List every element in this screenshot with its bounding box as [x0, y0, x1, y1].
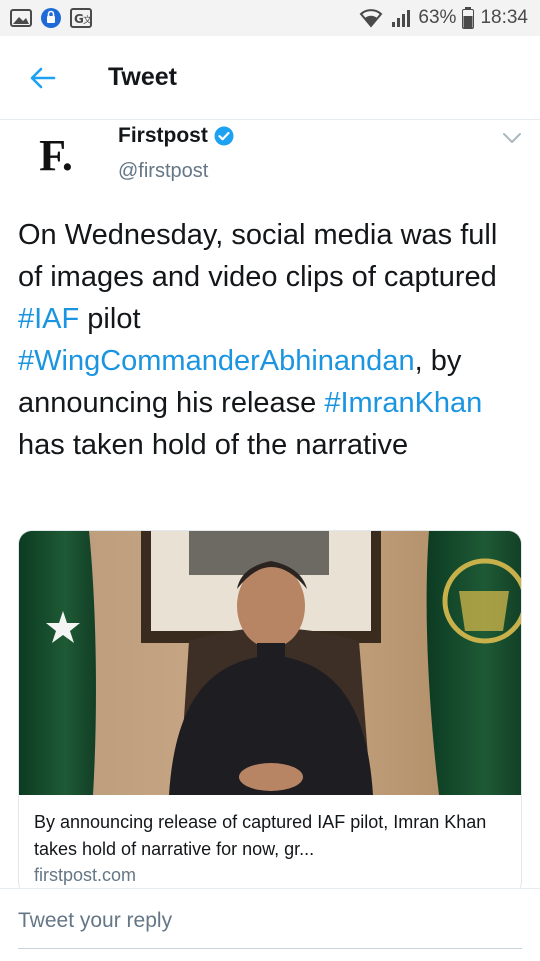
hashtag-link[interactable]: #IAF: [18, 303, 79, 335]
tweet-text-part: pilot: [79, 303, 141, 335]
card-domain: firstpost.com: [34, 865, 137, 885]
tweet-menu-button[interactable]: [500, 126, 524, 150]
wifi-icon: [358, 8, 384, 28]
vpn-shield-icon: [40, 7, 62, 29]
status-bar: G文 63% 18:34: [0, 0, 540, 36]
page-title: Tweet: [108, 63, 177, 91]
author-name-row[interactable]: Firstpost: [118, 124, 234, 148]
card-title: By announcing release of captured IAF pi…: [34, 812, 487, 859]
chevron-down-icon: [503, 133, 521, 143]
translate-icon: G文: [70, 8, 92, 28]
tweet-text: On Wednesday, social media was full of i…: [18, 214, 528, 466]
status-bar-system: 63% 18:34: [358, 7, 528, 29]
svg-text:文: 文: [83, 14, 92, 26]
back-arrow-icon: [30, 67, 56, 88]
author-handle[interactable]: @firstpost: [118, 160, 208, 183]
tweet-text-part: has taken hold of the narrative: [18, 429, 409, 461]
hashtag-link[interactable]: #ImranKhan: [324, 387, 482, 419]
status-bar-notifications: G文: [10, 7, 92, 29]
tweet-author-row: F. Firstpost @firstpost: [0, 120, 540, 200]
image-icon: [10, 8, 32, 28]
tweet-text-part: On Wednesday, social media was full of i…: [18, 219, 498, 293]
link-card[interactable]: By announcing release of captured IAF pi…: [18, 530, 522, 896]
reply-input[interactable]: Tweet your reply: [18, 909, 522, 949]
card-image: [19, 531, 521, 795]
app-bar: Tweet: [0, 36, 540, 120]
verified-badge-icon: [214, 126, 234, 146]
clock: 18:34: [480, 7, 528, 28]
signal-icon: [390, 8, 412, 28]
author-name: Firstpost: [118, 124, 208, 147]
back-button[interactable]: [12, 48, 72, 108]
battery-percent: 63%: [418, 7, 457, 28]
avatar[interactable]: F.: [24, 128, 88, 192]
avatar-letter: F.: [39, 131, 73, 180]
card-text: By announcing release of captured IAF pi…: [34, 809, 512, 886]
battery-icon: [462, 7, 475, 29]
reply-bar: Tweet your reply: [0, 888, 540, 961]
hashtag-link[interactable]: #WingCommanderAbhinandan: [18, 345, 415, 377]
